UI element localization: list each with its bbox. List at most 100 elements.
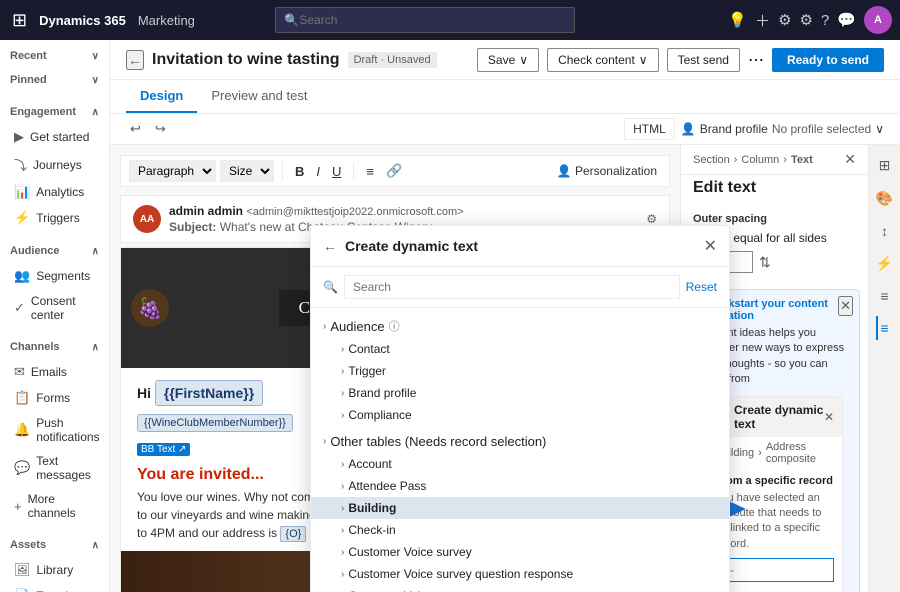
modal-close-button[interactable]: ✕ <box>704 236 717 256</box>
tree-child-trigger[interactable]: › Trigger <box>311 360 729 382</box>
more-icon: + <box>14 499 22 514</box>
sidebar-assets[interactable]: Assets ∧ <box>0 533 109 557</box>
tree-child-building[interactable]: › Building <box>311 497 729 519</box>
sidebar-channels[interactable]: Channels ∧ <box>0 335 109 359</box>
settings-icon[interactable]: ⚙ <box>646 212 657 226</box>
firstname-personalization[interactable]: {{FirstName}} <box>155 380 263 406</box>
chevron-right-icon: › <box>323 321 326 332</box>
info-icon: ⓘ <box>389 318 400 334</box>
sidebar-item-emails[interactable]: ✉ Emails <box>0 359 109 385</box>
lightbulb-icon[interactable]: 💡 <box>728 11 747 29</box>
check-content-button[interactable]: Check content ∨ <box>547 48 659 72</box>
brand-profile[interactable]: 👤 Brand profile No profile selected ∨ <box>681 122 884 136</box>
personalization-button[interactable]: 👤 Personalization <box>553 162 661 180</box>
chevron-down-icon: ∧ <box>92 246 99 257</box>
modal-header: ← Create dynamic text ✕ <box>311 226 729 267</box>
inner-panel-title: Create dynamic text <box>734 403 824 431</box>
align-left-button[interactable]: ≡ <box>362 162 378 181</box>
sidebar-pinned[interactable]: Pinned ∨ <box>0 68 109 92</box>
sidebar-item-label: Segments <box>36 269 90 283</box>
sidebar-item-push[interactable]: 🔔 Push notifications <box>0 411 109 449</box>
tree-child-attendee-pass[interactable]: › Attendee Pass <box>311 475 729 497</box>
help-icon[interactable]: ? <box>821 12 829 29</box>
panel-icon-1[interactable]: ⊞ <box>875 153 895 178</box>
sidebar-item-label: Text messages <box>36 454 99 482</box>
close-panel-button[interactable]: ✕ <box>844 151 856 168</box>
sidebar-audience[interactable]: Audience ∧ <box>0 239 109 263</box>
tree-header-audience[interactable]: › Audience ⓘ <box>311 314 729 338</box>
chat-icon[interactable]: 💬 <box>837 11 856 29</box>
kickstart-close-button[interactable]: ✕ <box>838 296 853 316</box>
underline-button[interactable]: U <box>328 162 345 181</box>
link-button[interactable]: 🔗 <box>382 161 406 181</box>
play-icon: ▶ <box>14 129 24 145</box>
save-button[interactable]: Save ∨ <box>477 48 539 72</box>
sidebar-item-analytics[interactable]: 📊 Analytics <box>0 179 109 205</box>
sidebar-item-consent[interactable]: ✓ Consent center <box>0 289 109 327</box>
panel-icon-active[interactable]: ≡ <box>876 316 892 340</box>
tree-child-check-in[interactable]: › Check-in <box>311 519 729 541</box>
filter-icon[interactable]: ⚙ <box>778 11 791 29</box>
sidebar-item-journeys[interactable]: ⤵ Journeys <box>0 150 109 179</box>
undo-button[interactable]: ↩ <box>126 119 145 139</box>
test-send-button[interactable]: Test send <box>667 48 740 72</box>
search-input[interactable] <box>299 13 566 27</box>
settings-icon[interactable]: ⚙ <box>800 11 813 29</box>
tree-child-brand-profile[interactable]: › Brand profile <box>311 382 729 404</box>
member-personalization[interactable]: {{WineClubMemberNumber}} <box>137 414 293 432</box>
tree-header-other-tables[interactable]: › Other tables (Needs record selection) <box>311 430 729 453</box>
sidebar-item-more-channels[interactable]: + More channels <box>0 487 109 525</box>
recent-label: Recent <box>10 50 47 62</box>
modal-search-input[interactable] <box>344 275 680 299</box>
tree-child-account[interactable]: › Account <box>311 453 729 475</box>
sidebar-item-triggers[interactable]: ⚡ Triggers <box>0 205 109 231</box>
tree-child-cv-survey[interactable]: › Customer Voice survey <box>311 541 729 563</box>
other-tables-label: Other tables (Needs record selection) <box>330 434 546 449</box>
more-actions-button[interactable]: ⋯ <box>748 50 764 70</box>
tree-child-cv-question[interactable]: › Customer Voice survey question respons… <box>311 563 729 585</box>
sidebar-item-templates[interactable]: 📄 Templates <box>0 583 109 592</box>
sidebar-engagement[interactable]: Engagement ∧ <box>0 100 109 124</box>
record-input[interactable] <box>715 558 834 582</box>
size-select[interactable]: Size <box>220 160 274 182</box>
redo-button[interactable]: ↪ <box>151 119 170 139</box>
content-area: ← Invitation to wine tasting Draft · Uns… <box>110 40 900 592</box>
panel-icon-3[interactable]: ↕ <box>877 219 892 243</box>
user-avatar[interactable]: A <box>864 6 892 34</box>
sidebar-item-text-messages[interactable]: 💬 Text messages <box>0 449 109 487</box>
sender-avatar: AA <box>133 205 161 233</box>
sidebar-item-segments[interactable]: 👥 Segments <box>0 263 109 289</box>
panel-icon-4[interactable]: ⚡ <box>872 251 897 276</box>
tab-design[interactable]: Design <box>126 80 197 113</box>
brand-profile-icon: 👤 <box>681 122 696 136</box>
tree-child-compliance[interactable]: › Compliance <box>311 404 729 426</box>
paragraph-select[interactable]: Paragraph <box>129 160 216 182</box>
tree-section-other-tables: › Other tables (Needs record selection) … <box>311 428 729 592</box>
sidebar-recent[interactable]: Recent ∨ <box>0 44 109 68</box>
sidebar-item-forms[interactable]: 📋 Forms <box>0 385 109 411</box>
library-icon: 🖼 <box>14 562 31 578</box>
modal-back-button[interactable]: ← <box>323 238 337 254</box>
hi-text: Hi <box>137 385 155 401</box>
bold-button[interactable]: B <box>291 162 308 181</box>
create-dynamic-text-modal: ← Create dynamic text ✕ 🔍 Reset › Au <box>310 225 730 592</box>
sender-name: admin admin <admin@mikttestjoip2022.onmi… <box>169 204 638 218</box>
italic-button[interactable]: I <box>312 162 324 181</box>
tab-preview[interactable]: Preview and test <box>197 80 321 113</box>
tree-child-contact[interactable]: › Contact <box>311 338 729 360</box>
reset-button[interactable]: Reset <box>686 280 717 294</box>
tree-section-audience: › Audience ⓘ › Contact › Trigger <box>311 312 729 428</box>
panel-icon-5[interactable]: ≡ <box>876 284 892 308</box>
tree-child-cv-response[interactable]: › Customer Voice survey response <box>311 585 729 592</box>
sidebar-item-library[interactable]: 🖼 Library <box>0 557 109 583</box>
plus-icon[interactable]: ＋ <box>755 10 770 31</box>
ready-to-send-button[interactable]: Ready to send <box>772 48 884 72</box>
inner-close-button[interactable]: ✕ <box>824 410 834 424</box>
text-badge: BB Text ↗ <box>137 443 190 456</box>
back-button[interactable]: ← <box>126 50 144 70</box>
sidebar-item-get-started[interactable]: ▶ Get started <box>0 124 109 150</box>
ready-to-send-label: Ready to send <box>787 53 869 67</box>
app-grid-icon[interactable]: ⊞ <box>8 6 31 35</box>
panel-icon-2[interactable]: 🎨 <box>872 186 897 211</box>
html-button[interactable]: HTML <box>624 118 675 140</box>
